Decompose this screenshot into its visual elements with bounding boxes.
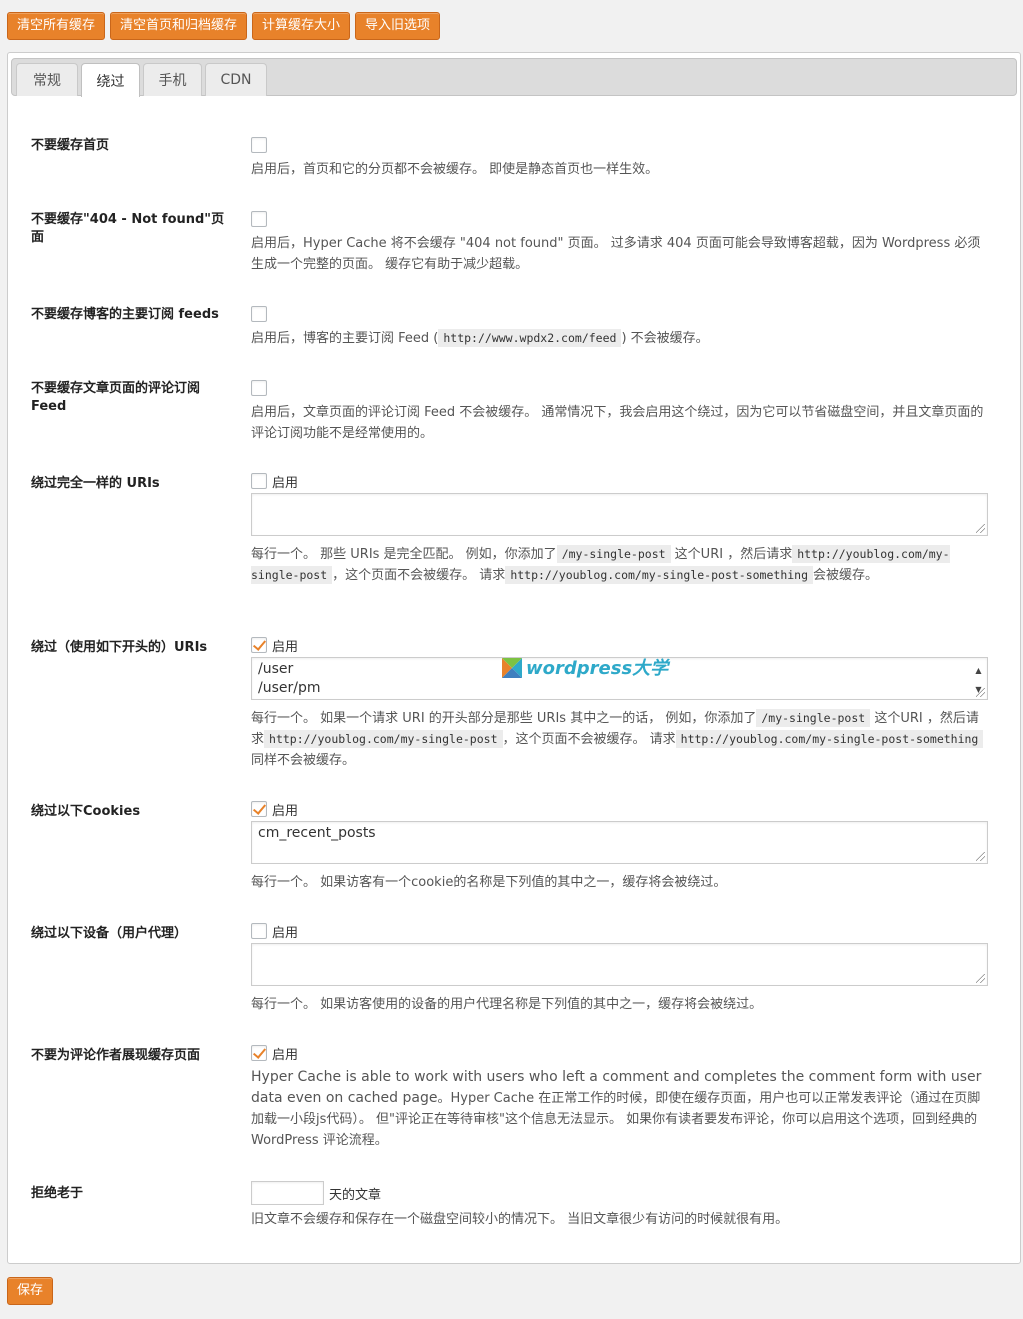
- setting-description: 每行一个。 如果一个请求 URI 的开头部分是那些 URIs 其中之一的话， 例…: [251, 708, 991, 771]
- setting-label: 不要为评论作者展现缓存页面: [31, 1048, 201, 1063]
- tab-bar: 常规 绕过 手机 CDN: [11, 58, 1017, 97]
- setting-description: 每行一个。 那些 URIs 是完全匹配。 例如，你添加了/my-single-p…: [251, 545, 950, 584]
- no-cache-home-checkbox[interactable]: [251, 137, 267, 153]
- setting-label: 绕过完全一样的 URIs: [31, 476, 160, 491]
- tab-general[interactable]: 常规: [16, 63, 78, 96]
- commenters-enable-checkbox[interactable]: [251, 1045, 267, 1061]
- prefix-uris-textarea[interactable]: /user /user/pm wordpress大学 ▲: [251, 657, 988, 700]
- setting-label: 绕过以下设备（用户代理）: [31, 926, 188, 941]
- setting-description: 每行一个。 如果访客使用的设备的用户代理名称是下列值的其中之一，缓存将会被绕过。: [251, 997, 763, 1012]
- setting-label: 不要缓存首页: [31, 138, 110, 153]
- scroll-up-arrow-icon[interactable]: ▲: [975, 661, 981, 680]
- feed-url-code: http://www.wpdx2.com/feed: [438, 329, 622, 347]
- clear-home-archive-cache-button[interactable]: 清空首页和归档缓存: [110, 12, 248, 40]
- save-button[interactable]: 保存: [7, 1277, 54, 1305]
- textarea-line: /user/pm: [258, 680, 321, 696]
- setting-description: 启用后，Hyper Cache 将不会缓存 "404 not found" 页面…: [251, 236, 981, 272]
- setting-label: 拒绝老于: [31, 1186, 84, 1201]
- enable-label: 启用: [272, 925, 299, 941]
- prefix-uris-enable-checkbox[interactable]: [251, 637, 267, 653]
- setting-label: 绕过（使用如下开头的）URIs: [31, 640, 208, 655]
- tab-cdn[interactable]: CDN: [205, 63, 267, 96]
- setting-description: 每行一个。 如果访客有一个cookie的名称是下列值的其中之一，缓存将会被绕过。: [251, 875, 727, 890]
- setting-label: 不要缓存博客的主要订阅 feeds: [31, 307, 219, 322]
- setting-label: 绕过以下Cookies: [31, 804, 141, 819]
- setting-description: 启用后，文章页面的评论订阅 Feed 不会被缓存。 通常情况下，我会启用这个绕过…: [251, 405, 984, 441]
- exact-uris-textarea[interactable]: [251, 493, 988, 536]
- cookies-textarea[interactable]: cm_recent_posts: [251, 821, 988, 864]
- enable-label: 启用: [272, 803, 299, 819]
- import-old-options-button[interactable]: 导入旧选项: [355, 12, 441, 40]
- enable-label: 启用: [272, 475, 299, 491]
- tab-mobile[interactable]: 手机: [143, 63, 202, 96]
- setting-label: 不要缓存"404 - Not found"页面: [31, 212, 225, 245]
- setting-label: 不要缓存文章页面的评论订阅 Feed: [31, 381, 201, 414]
- enable-label: 启用: [272, 639, 299, 655]
- settings-panel: 常规 绕过 手机 CDN 不要缓存首页 启用后，首页和它的分页都不会被缓存。 即…: [7, 52, 1021, 1264]
- setting-description: 启用后，博客的主要订阅 Feed (http://www.wpdx2.com/f…: [251, 329, 709, 347]
- tab-bypass[interactable]: 绕过: [81, 63, 140, 97]
- no-cache-404-checkbox[interactable]: [251, 211, 267, 227]
- no-cache-comment-feeds-checkbox[interactable]: [251, 380, 267, 396]
- setting-description: 旧文章不会缓存和保存在一个磁盘空间较小的情况下。 当旧文章很少有访问的时候就很有…: [251, 1212, 789, 1227]
- max-age-days-input[interactable]: [251, 1181, 324, 1205]
- cookies-enable-checkbox[interactable]: [251, 801, 267, 817]
- agents-textarea[interactable]: [251, 943, 988, 986]
- agents-enable-checkbox[interactable]: [251, 923, 267, 939]
- setting-description: 启用后，首页和它的分页都不会被缓存。 即使是静态首页也一样生效。: [251, 162, 659, 177]
- enable-label: 启用: [272, 1047, 299, 1063]
- compute-cache-size-button[interactable]: 计算缓存大小: [252, 12, 351, 40]
- watermark-logo-icon: [502, 658, 522, 678]
- no-cache-feeds-checkbox[interactable]: [251, 306, 267, 322]
- wordpress-daxue-watermark: wordpress大学: [502, 658, 668, 678]
- exact-uris-enable-checkbox[interactable]: [251, 473, 267, 489]
- clear-all-cache-button[interactable]: 清空所有缓存: [7, 12, 106, 40]
- setting-description: Hyper Cache is able to work with users w…: [251, 1069, 982, 1148]
- days-suffix-label: 天的文章: [329, 1187, 382, 1203]
- cache-actions-toolbar: 清空所有缓存 清空首页和归档缓存 计算缓存大小 导入旧选项: [7, 12, 441, 40]
- textarea-scrollbar[interactable]: ▲ ▼: [971, 659, 986, 694]
